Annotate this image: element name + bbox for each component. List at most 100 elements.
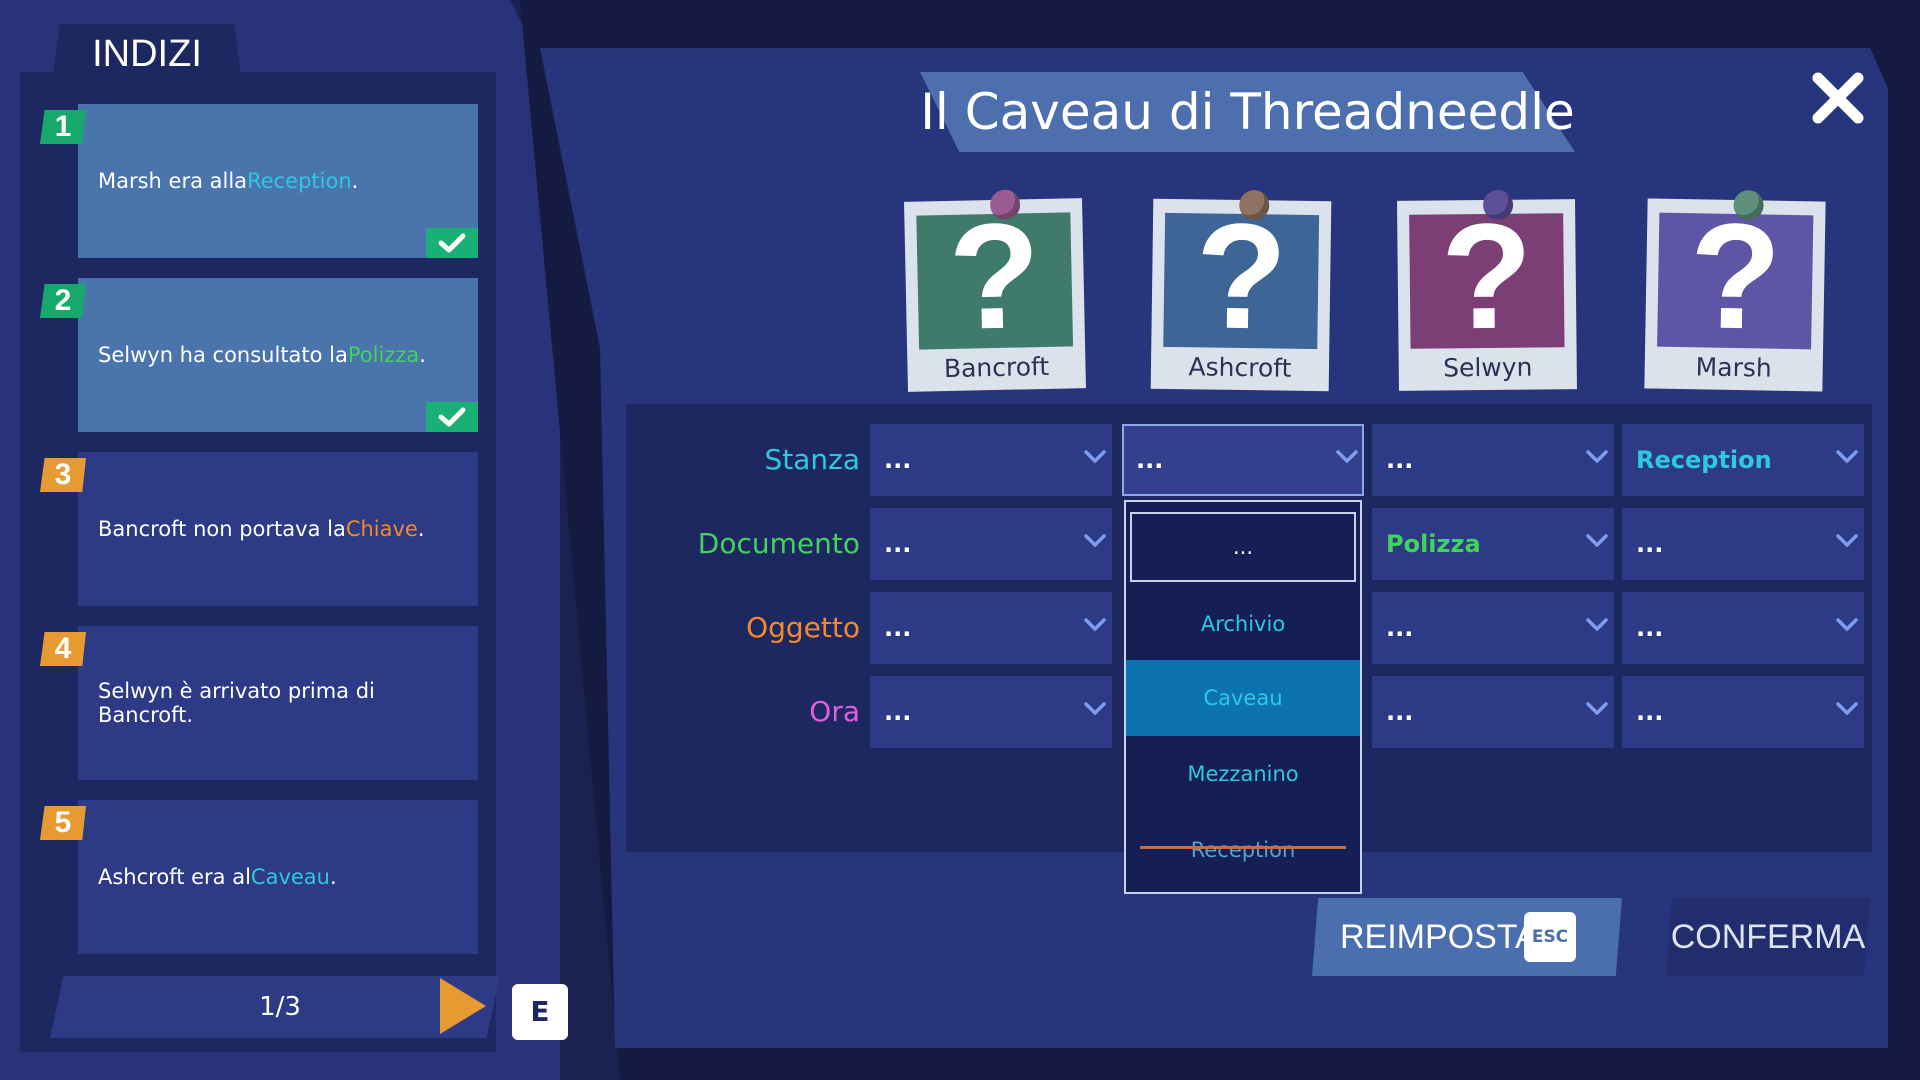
suspect-card-bancroft[interactable]: ? Bancroft: [904, 189, 1086, 392]
dropdown-select[interactable]: ...: [870, 676, 1112, 748]
dropdown-select[interactable]: ...: [1372, 592, 1614, 664]
clue-page-indicator: 1/3: [259, 992, 301, 1022]
select-value: ...: [1386, 698, 1414, 726]
confirm-button-label[interactable]: CONFERMA: [1666, 898, 1870, 976]
select-value: ...: [1636, 530, 1664, 558]
reset-button-label[interactable]: REIMPOSTA: [1340, 898, 1538, 976]
clue-text-part: .: [329, 865, 337, 889]
dropdown-select[interactable]: ...: [1372, 424, 1614, 496]
chevron-down-icon: [1336, 450, 1358, 463]
dropdown-select[interactable]: ...: [1372, 676, 1614, 748]
clue-title: INDIZI: [92, 33, 202, 75]
check-icon: [438, 233, 466, 253]
dropdown-select[interactable]: Polizza: [1372, 508, 1614, 580]
key-hint-e: E: [512, 984, 568, 1040]
dropdown-option[interactable]: ...: [1130, 512, 1356, 582]
chevron-down-icon: [1836, 702, 1858, 715]
dropdown-select[interactable]: ...: [1622, 676, 1864, 748]
clue-text: Bancroft non portava la Chiave.: [98, 452, 468, 606]
clue-text-part: .: [417, 517, 425, 541]
clue-highlight: Chiave: [345, 517, 418, 541]
clue-text-part: Selwyn ha consultato la: [98, 343, 348, 367]
clue-number: 2: [40, 284, 86, 318]
row-label-stanza: Stanza: [764, 443, 860, 476]
suspect-name: Bancroft: [943, 351, 1050, 384]
chevron-down-icon: [1836, 450, 1858, 463]
clue-number: 5: [40, 806, 86, 840]
dropdown-select[interactable]: ...: [870, 508, 1112, 580]
clue-text: Marsh era alla Reception.: [98, 104, 468, 258]
close-icon[interactable]: [1810, 70, 1866, 126]
select-value: ...: [884, 530, 912, 558]
strikethrough-line: [1140, 846, 1346, 849]
check-badge: [426, 402, 478, 432]
clue-text-part: Ashcroft era al: [98, 865, 251, 889]
clue-number: 4: [40, 632, 86, 666]
clue-card: 4 Selwyn è arrivato prima di Bancroft.: [40, 626, 478, 780]
key-hint-esc: ESC: [1524, 912, 1576, 962]
chevron-down-icon: [1586, 450, 1608, 463]
clue-card: 1 Marsh era alla Reception.: [40, 104, 478, 258]
row-label-oggetto: Oggetto: [746, 611, 860, 644]
chevron-down-icon: [1586, 534, 1608, 547]
pushpin-icon: [1482, 189, 1514, 221]
select-value: Polizza: [1386, 530, 1481, 558]
dropdown-select[interactable]: ...: [1122, 424, 1364, 496]
dropdown-select[interactable]: Reception: [1622, 424, 1864, 496]
chevron-down-icon: [1084, 702, 1106, 715]
select-value: ...: [884, 698, 912, 726]
check-icon: [438, 407, 466, 427]
clue-text-part: Marsh era alla: [98, 169, 248, 193]
select-value: ...: [1136, 446, 1164, 474]
chevron-down-icon: [1586, 702, 1608, 715]
select-value: ...: [1636, 698, 1664, 726]
suspect-card-ashcroft[interactable]: ? Ashcroft: [1150, 189, 1332, 392]
clue-text-part: .: [351, 169, 359, 193]
clue-text: Selwyn ha consultato la Polizza.: [98, 278, 468, 432]
clue-card: 3 Bancroft non portava la Chiave.: [40, 452, 478, 606]
dropdown-select[interactable]: ...: [1622, 508, 1864, 580]
clue-highlight: Polizza: [347, 343, 420, 367]
row-label-ora: Ora: [809, 695, 860, 728]
chevron-down-icon: [1836, 534, 1858, 547]
chevron-down-icon: [1084, 534, 1106, 547]
clue-card: 5 Ashcroft era al Caveau.: [40, 800, 478, 954]
clue-card: 2 Selwyn ha consultato la Polizza.: [40, 278, 478, 432]
dropdown-option[interactable]: Mezzanino: [1126, 736, 1360, 812]
suspect-name: Marsh: [1695, 352, 1772, 383]
suspect-card-selwyn[interactable]: ? Selwyn: [1397, 189, 1577, 391]
suspect-card-marsh[interactable]: ? Marsh: [1644, 189, 1826, 392]
select-value: ...: [884, 446, 912, 474]
unknown-suspect-icon: ?: [1688, 191, 1783, 361]
dropdown-option[interactable]: Reception: [1126, 812, 1360, 888]
dropdown-select[interactable]: ...: [870, 424, 1112, 496]
chevron-down-icon: [1084, 450, 1106, 463]
unknown-suspect-icon: ?: [1194, 191, 1289, 361]
clue-text: Selwyn è arrivato prima di Bancroft.: [98, 626, 468, 780]
clue-text-part: Bancroft non portava la: [98, 517, 346, 541]
case-title: Il Caveau di Threadneedle: [920, 83, 1575, 141]
suspect-name: Selwyn: [1442, 352, 1533, 383]
select-value: ...: [1636, 614, 1664, 642]
clue-highlight: Caveau: [250, 865, 330, 889]
next-page-arrow-icon[interactable]: [440, 978, 486, 1034]
chevron-down-icon: [1586, 618, 1608, 631]
clue-number: 1: [40, 110, 86, 144]
check-badge: [426, 228, 478, 258]
dropdown-select[interactable]: ...: [1622, 592, 1864, 664]
chevron-down-icon: [1836, 618, 1858, 631]
dropdown-option[interactable]: Archivio: [1126, 586, 1360, 662]
unknown-suspect-icon: ?: [947, 191, 1043, 361]
select-value: ...: [884, 614, 912, 642]
dropdown-select[interactable]: ...: [870, 592, 1112, 664]
clue-text-part: Selwyn è arrivato prima di Bancroft.: [98, 679, 375, 727]
suspect-name: Ashcroft: [1188, 352, 1292, 383]
select-value: ...: [1386, 446, 1414, 474]
chevron-down-icon: [1084, 618, 1106, 631]
clue-text: Ashcroft era al Caveau.: [98, 800, 468, 954]
select-value: ...: [1386, 614, 1414, 642]
dropdown-option[interactable]: Caveau: [1126, 660, 1360, 736]
clue-highlight: Reception: [247, 169, 352, 193]
unknown-suspect-icon: ?: [1440, 191, 1534, 361]
clue-text-part: .: [419, 343, 426, 367]
